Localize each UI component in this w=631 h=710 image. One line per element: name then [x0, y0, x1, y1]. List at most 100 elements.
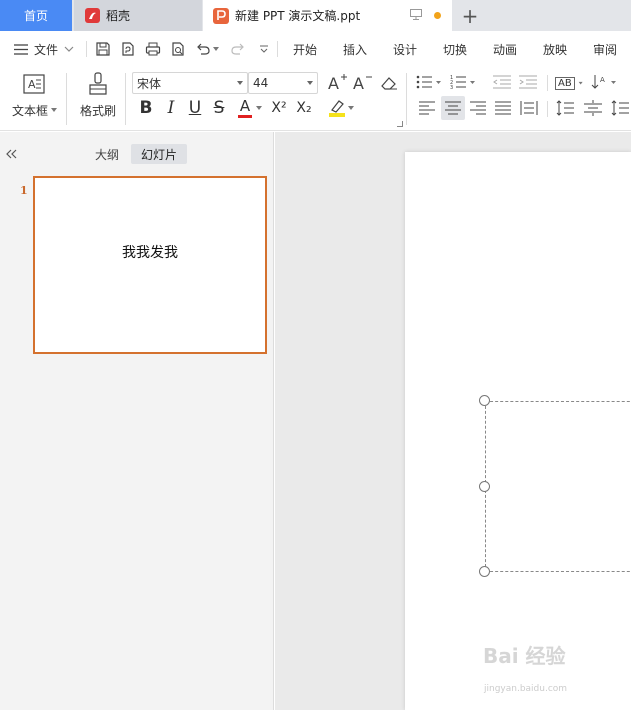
tab-docer[interactable]: 稻壳	[74, 0, 202, 31]
highlight-swatch	[329, 113, 345, 117]
justify-icon[interactable]	[493, 98, 513, 118]
ppt-file-icon	[213, 7, 229, 24]
tab-document[interactable]: 新建 PPT 演示文稿.ppt	[203, 0, 452, 31]
baidu-watermark: Bai 经验	[483, 644, 566, 668]
highlight-button[interactable]	[327, 97, 347, 119]
menu-design[interactable]: 设计	[393, 31, 417, 67]
docer-logo-icon	[85, 8, 100, 23]
highlight-dropdown-icon[interactable]	[347, 105, 355, 111]
customize-toolbar-icon[interactable]	[255, 40, 273, 58]
slide-panel: 大纲 幻灯片 1 我我发我	[0, 132, 274, 710]
redo-icon[interactable]	[229, 40, 247, 58]
svg-text:A: A	[353, 74, 364, 91]
resize-handle-bottom-left[interactable]	[479, 566, 490, 577]
menu-animation-label: 动画	[493, 42, 518, 57]
superscript-button[interactable]: X²	[267, 97, 291, 119]
menu-home[interactable]: 开始	[293, 31, 317, 67]
align-right-icon[interactable]	[468, 98, 488, 118]
print-preview-icon[interactable]	[169, 40, 187, 58]
numbering-icon[interactable]: 123	[449, 72, 477, 92]
sort-icon[interactable]: A	[590, 72, 618, 92]
font-name-value: 宋体	[137, 76, 162, 91]
paragraph-spacing-icon[interactable]	[583, 98, 603, 118]
underline-button[interactable]: U	[185, 97, 205, 119]
slide-canvas-area	[275, 132, 631, 710]
ribbon-divider	[547, 101, 548, 117]
grow-font-icon[interactable]: A	[327, 72, 347, 92]
font-dialog-launcher-icon[interactable]	[397, 121, 403, 127]
new-tab-button[interactable]: +	[452, 0, 488, 31]
tab-document-label: 新建 PPT 演示文稿.ppt	[235, 9, 361, 23]
resize-handle-middle-left[interactable]	[479, 481, 490, 492]
decrease-indent-icon[interactable]	[492, 72, 512, 92]
ribbon: A 文本框 格式刷 宋体 44 A A B I U S A X² X₂ 1 2 …	[0, 67, 631, 131]
svg-text:3: 3	[450, 85, 453, 90]
shrink-font-icon[interactable]: A	[352, 72, 372, 92]
print-icon[interactable]	[144, 40, 162, 58]
text-direction-label: AB	[555, 76, 575, 90]
menu-review[interactable]: 审阅	[593, 31, 617, 67]
menu-insert-label: 插入	[343, 42, 368, 57]
menu-transitions[interactable]: 切换	[443, 31, 467, 67]
save-icon[interactable]	[94, 40, 112, 58]
menu-animation[interactable]: 动画	[493, 31, 517, 67]
chevron-down-icon	[237, 81, 243, 85]
font-name-select[interactable]: 宋体	[132, 72, 248, 94]
tab-home[interactable]: 首页	[0, 0, 72, 31]
tab-bar: 首页 稻壳 新建 PPT 演示文稿.ppt +	[0, 0, 631, 31]
italic-button[interactable]: I	[161, 97, 181, 119]
menu-transitions-label: 切换	[443, 42, 468, 57]
font-color-dropdown-icon[interactable]	[255, 105, 263, 111]
format-painter-icon[interactable]	[86, 71, 110, 97]
undo-icon[interactable]	[194, 40, 212, 58]
align-left-icon[interactable]	[417, 98, 437, 118]
collapse-panel-icon[interactable]	[5, 146, 19, 162]
hamburger-icon	[14, 43, 28, 55]
slide-thumbnail-text: 我我发我	[122, 245, 178, 261]
bold-button[interactable]: B	[136, 97, 156, 119]
distribute-icon[interactable]	[518, 98, 540, 118]
increase-indent-icon[interactable]	[518, 72, 538, 92]
resize-handle-top-left[interactable]	[479, 395, 490, 406]
slide-canvas[interactable]	[405, 152, 631, 710]
slide-thumbnail[interactable]: 我我发我	[33, 176, 267, 354]
highlighter-icon	[331, 100, 344, 113]
bullets-icon[interactable]	[415, 72, 443, 92]
ribbon-divider	[125, 73, 126, 125]
strikethrough-button[interactable]: S	[209, 97, 229, 119]
line-spacing-more-icon[interactable]	[610, 98, 630, 118]
file-menu[interactable]: 文件	[14, 31, 74, 67]
text-placeholder[interactable]	[485, 401, 631, 572]
svg-text:A: A	[600, 76, 605, 84]
format-painter-label[interactable]: 格式刷	[80, 102, 116, 119]
subscript-button[interactable]: X₂	[292, 97, 316, 119]
textbox-label[interactable]: 文本框	[12, 102, 48, 119]
textbox-icon[interactable]: A	[22, 73, 46, 95]
unsaved-dot-icon	[434, 12, 441, 19]
clear-format-icon[interactable]	[379, 73, 399, 93]
font-size-select[interactable]: 44	[248, 72, 318, 94]
menu-insert[interactable]: 插入	[343, 31, 367, 67]
tab-outline[interactable]: 大纲	[85, 144, 129, 164]
ribbon-divider	[66, 73, 67, 125]
undo-dropdown-icon[interactable]	[211, 40, 221, 58]
textbox-dropdown-icon[interactable]	[51, 107, 57, 113]
menu-home-label: 开始	[293, 42, 318, 57]
menu-slideshow[interactable]: 放映	[543, 31, 567, 67]
menu-bar: 文件 开始 插入 设计 切换 动画 放映 审阅	[0, 31, 631, 67]
font-color-button[interactable]: A	[236, 97, 254, 119]
tab-slides-label: 幻灯片	[141, 147, 178, 162]
tab-slides[interactable]: 幻灯片	[131, 144, 188, 164]
slide-number: 1	[20, 184, 28, 197]
menu-divider	[277, 41, 278, 57]
file-menu-label: 文件	[34, 42, 59, 57]
svg-text:A: A	[328, 74, 339, 91]
align-center-icon[interactable]	[441, 96, 465, 120]
menu-design-label: 设计	[393, 42, 418, 57]
line-spacing-icon[interactable]	[555, 98, 575, 118]
baidu-watermark-url: jingyan.baidu.com	[484, 684, 568, 694]
export-pdf-icon[interactable]	[119, 40, 137, 58]
chevron-down-icon	[64, 46, 74, 52]
monitor-icon[interactable]	[410, 9, 422, 20]
text-direction-button[interactable]: AB	[555, 74, 583, 92]
